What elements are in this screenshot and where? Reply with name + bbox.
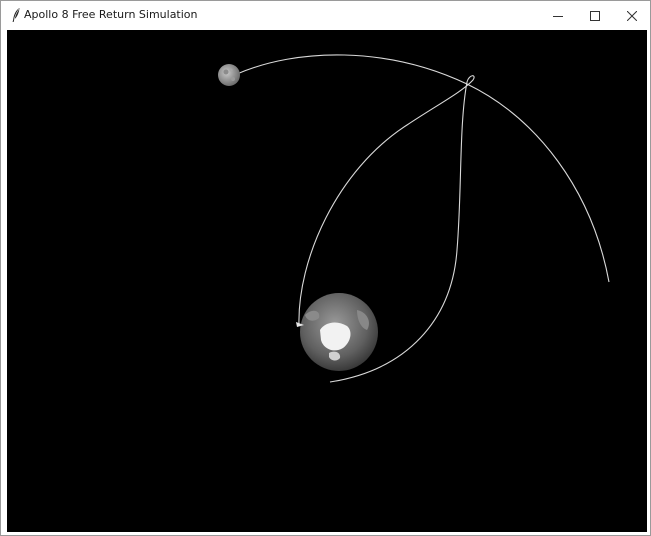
simulation-scene xyxy=(218,54,610,383)
feather-icon xyxy=(10,7,22,23)
minimize-icon xyxy=(553,11,563,21)
earth xyxy=(300,293,378,371)
close-button[interactable] xyxy=(613,1,651,30)
moon xyxy=(218,64,240,86)
close-icon xyxy=(627,10,637,21)
maximize-button[interactable] xyxy=(576,1,614,30)
simulation-canvas xyxy=(7,30,647,532)
app-window: Apollo 8 Free Return Simulation xyxy=(0,0,651,536)
minimize-button[interactable] xyxy=(539,1,577,30)
title-bar[interactable]: Apollo 8 Free Return Simulation xyxy=(1,1,650,30)
maximize-icon xyxy=(590,10,600,21)
window-title: Apollo 8 Free Return Simulation xyxy=(24,8,198,21)
moon-orbit-path xyxy=(236,54,610,283)
